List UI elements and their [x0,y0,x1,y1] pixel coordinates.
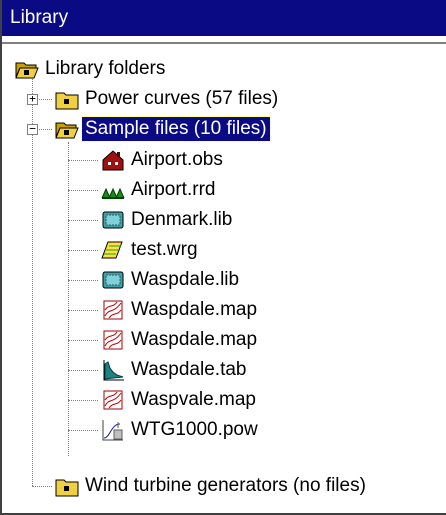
tree-line-h [68,430,98,431]
file-label: Airport.obs [131,149,223,170]
library-icon [100,268,126,292]
roughness-icon [100,178,126,202]
tree-file[interactable]: Waspdale.map [100,295,260,325]
file-label: Waspdale.lib [131,269,240,290]
file-label: Denmark.lib [131,209,233,230]
tree-line-h [68,250,98,251]
tree-line-h [68,370,98,371]
tree-file[interactable]: Waspdale.tab [100,355,249,385]
open-folder-icon [54,117,80,141]
map-icon [100,298,126,322]
tree-line-h [68,220,98,221]
file-label: Waspdale.map [131,299,258,320]
resource-grid-icon [100,238,126,262]
tree-root[interactable]: Library folders [14,54,168,84]
tree-file[interactable]: Waspdale.map [100,325,260,355]
file-label: Waspdale.map [131,329,258,350]
tree-line-h [32,486,52,487]
histogram-icon [100,358,126,382]
tree-folder-sample-files[interactable]: Sample files (10 files) [54,114,271,144]
library-panel: Library Library folders + Power curves (… [0,0,446,515]
tree-line-h [68,310,98,311]
tree-line-h [68,190,98,191]
map-icon [100,328,126,352]
tree-folder-label: Wind turbine generators (no files) [85,475,366,496]
power-curve-icon [100,418,126,442]
tree-folder-label: Sample files (10 files) [81,116,271,142]
obstacle-icon [100,148,126,172]
file-label: WTG1000.pow [131,419,258,440]
file-label: test.wrg [131,239,198,260]
open-folder-icon [14,57,40,81]
tree-folder-label: Power curves (57 files) [85,88,279,109]
tree-file[interactable]: Waspvale.map [100,385,259,415]
tree-line-h [68,160,98,161]
file-label: Waspdale.tab [131,359,247,380]
tree-folder-wind-turbine-generators[interactable]: Wind turbine generators (no files) [54,471,369,501]
tree-root-label: Library folders [45,58,166,79]
collapse-sample-files-button[interactable]: − [27,123,38,135]
tree-line-h [68,340,98,341]
tree-file[interactable]: Denmark.lib [100,205,235,235]
tree-folder-power-curves[interactable]: Power curves (57 files) [54,84,281,114]
map-icon [100,388,126,412]
tree-file[interactable]: Waspdale.lib [100,265,242,295]
file-label: Airport.rrd [131,179,216,200]
panel-title: Library [2,0,446,36]
tree-file[interactable]: Airport.rrd [100,175,218,205]
tree-file[interactable]: WTG1000.pow [100,415,261,445]
tree-file[interactable]: test.wrg [100,235,201,265]
title-divider [2,36,446,44]
closed-folder-icon [54,87,80,111]
tree-file[interactable]: Airport.obs [100,145,226,175]
library-icon [100,208,126,232]
library-tree[interactable]: Library folders + Power curves (57 files… [2,44,446,513]
file-label: Waspvale.map [131,389,256,410]
tree-line-h [68,280,98,281]
expand-power-curves-button[interactable]: + [27,93,38,105]
closed-folder-icon [54,474,80,498]
tree-line-h [68,400,98,401]
